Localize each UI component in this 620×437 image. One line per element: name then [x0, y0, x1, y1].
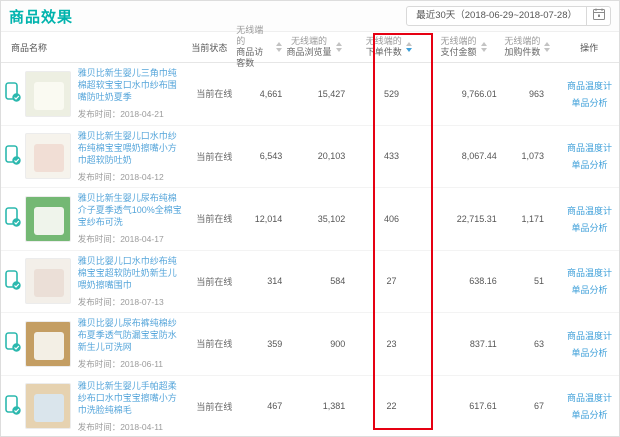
date-range-selector[interactable]: 最近30天（2018-06-29~2018-07-28）	[407, 7, 586, 25]
product-thermometer-link[interactable]: 商品温度计	[567, 329, 612, 342]
status-text: 当前在线	[188, 275, 241, 288]
payment-value: 8,067.44	[434, 151, 497, 161]
column-header-payment[interactable]: 无线端的 支付金额	[432, 36, 496, 58]
payment-value: 9,766.01	[434, 89, 497, 99]
single-item-analysis-link[interactable]: 单品分析	[571, 346, 607, 359]
column-header-visitors[interactable]: 无线端的 商品访客数	[236, 25, 282, 69]
status-text: 当前在线	[188, 337, 241, 350]
single-item-analysis-link[interactable]: 单品分析	[571, 96, 607, 109]
table-body: 雅贝比新生婴儿三角巾纯棉超软宝宝口水巾纱布围嘴防吐奶夏季 发布时间：2018-0…	[1, 63, 619, 437]
visitors-value: 359	[241, 339, 286, 349]
product-thermometer-link[interactable]: 商品温度计	[567, 204, 612, 217]
product-title-link[interactable]: 雅贝比新生婴儿口水巾纱布纯棉宝宝喂奶擦嘴小方巾超软防吐奶	[78, 130, 184, 166]
mobile-online-icon	[5, 270, 21, 293]
payment-value: 638.16	[434, 276, 497, 286]
column-header-ops: 操作	[559, 41, 619, 54]
orders-value: 27	[349, 276, 434, 286]
payment-value: 22,715.31	[434, 214, 497, 224]
table-row: 雅贝比新生婴儿手帕超柔纱布口水巾宝宝擦嘴小方巾洗脸纯棉毛 发布时间：2018-0…	[1, 376, 619, 437]
views-value: 1,381	[286, 401, 349, 411]
table-row: 雅贝比新生婴儿口水巾纱布纯棉宝宝喂奶擦嘴小方巾超软防吐奶 发布时间：2018-0…	[1, 126, 619, 189]
product-title-link[interactable]: 雅贝比婴儿口水巾纱布纯棉宝宝超软防吐奶新生儿喂奶擦嘴围巾	[78, 255, 184, 291]
publish-date: 发布时间：2018-04-21	[78, 108, 184, 120]
column-header-views[interactable]: 无线端的 商品浏览量	[282, 36, 346, 58]
single-item-analysis-link[interactable]: 单品分析	[571, 158, 607, 171]
table-row: 雅贝比新生婴儿三角巾纯棉超软宝宝口水巾纱布围嘴防吐奶夏季 发布时间：2018-0…	[1, 63, 619, 126]
addcart-value: 67	[497, 401, 560, 411]
calendar-icon	[593, 7, 605, 25]
publish-date: 发布时间：2018-06-11	[78, 358, 184, 370]
payment-value: 617.61	[434, 401, 497, 411]
addcart-value: 963	[497, 89, 560, 99]
visitors-value: 314	[241, 276, 286, 286]
product-thermometer-link[interactable]: 商品温度计	[567, 141, 612, 154]
column-header-status: 当前状态	[182, 41, 236, 54]
table-header: 商品名称 当前状态 无线端的 商品访客数 无线端的 商品浏览量 无线端的 下单件…	[1, 31, 619, 63]
calendar-button[interactable]	[586, 7, 610, 25]
top-bar: 商品效果 最近30天（2018-06-29~2018-07-28）	[1, 1, 619, 31]
product-title-link[interactable]: 雅贝比新生婴儿三角巾纯棉超软宝宝口水巾纱布围嘴防吐奶夏季	[78, 67, 184, 103]
table-row: 雅贝比婴儿口水巾纱布纯棉宝宝超软防吐奶新生儿喂奶擦嘴围巾 发布时间：2018-0…	[1, 251, 619, 314]
product-title-link[interactable]: 雅贝比婴儿尿布裤纯棉纱布夏季透气防漏宝宝防水新生儿可洗网	[78, 317, 184, 353]
mobile-online-icon	[5, 82, 21, 105]
orders-value: 433	[349, 151, 434, 161]
product-thumbnail[interactable]	[25, 133, 71, 179]
mobile-online-icon	[5, 145, 21, 168]
orders-value: 406	[349, 214, 434, 224]
product-thumbnail[interactable]	[25, 321, 71, 367]
single-item-analysis-link[interactable]: 单品分析	[571, 283, 607, 296]
product-effect-panel: 商品效果 最近30天（2018-06-29~2018-07-28） 商品名称 当…	[0, 0, 620, 437]
column-header-product: 商品名称	[1, 41, 182, 54]
mobile-online-icon	[5, 395, 21, 418]
visitors-value: 4,661	[241, 89, 286, 99]
sort-icon-orders[interactable]	[406, 42, 412, 52]
views-value: 584	[286, 276, 349, 286]
status-text: 当前在线	[188, 212, 241, 225]
publish-date: 发布时间：2018-04-12	[78, 171, 184, 183]
status-text: 当前在线	[188, 400, 241, 413]
addcart-value: 63	[497, 339, 560, 349]
column-header-addcart[interactable]: 无线端的 加购件数	[495, 36, 559, 58]
publish-date: 发布时间：2018-07-13	[78, 296, 184, 308]
orders-value: 529	[349, 89, 434, 99]
orders-value: 23	[349, 339, 434, 349]
addcart-value: 51	[497, 276, 560, 286]
orders-value: 22	[349, 401, 434, 411]
sort-icon-addcart[interactable]	[544, 42, 550, 52]
status-text: 当前在线	[188, 150, 241, 163]
page-title: 商品效果	[9, 6, 73, 27]
product-thermometer-link[interactable]: 商品温度计	[567, 266, 612, 279]
product-title-link[interactable]: 雅贝比新生婴儿手帕超柔纱布口水巾宝宝擦嘴小方巾洗脸纯棉毛	[78, 380, 184, 416]
product-thermometer-link[interactable]: 商品温度计	[567, 79, 612, 92]
mobile-online-icon	[5, 332, 21, 355]
visitors-value: 12,014	[241, 214, 286, 224]
product-thumbnail[interactable]	[25, 71, 71, 117]
single-item-analysis-link[interactable]: 单品分析	[571, 221, 607, 234]
visitors-value: 467	[241, 401, 286, 411]
single-item-analysis-link[interactable]: 单品分析	[571, 408, 607, 421]
addcart-value: 1,171	[497, 214, 560, 224]
views-value: 20,103	[286, 151, 349, 161]
date-range-control: 最近30天（2018-06-29~2018-07-28）	[406, 6, 611, 26]
mobile-online-icon	[5, 207, 21, 230]
product-thumbnail[interactable]	[25, 258, 71, 304]
sort-icon-views[interactable]	[336, 42, 342, 52]
payment-value: 837.11	[434, 339, 497, 349]
product-thumbnail[interactable]	[25, 196, 71, 242]
visitors-value: 6,543	[241, 151, 286, 161]
product-thumbnail[interactable]	[25, 383, 71, 429]
publish-date: 发布时间：2018-04-11	[78, 421, 184, 433]
addcart-value: 1,073	[497, 151, 560, 161]
table-row: 雅贝比婴儿尿布裤纯棉纱布夏季透气防漏宝宝防水新生儿可洗网 发布时间：2018-0…	[1, 313, 619, 376]
publish-date: 发布时间：2018-04-17	[78, 233, 184, 245]
views-value: 900	[286, 339, 349, 349]
product-title-link[interactable]: 雅贝比新生婴儿尿布纯棉介子夏季透气100%全棉宝宝纱布可洗	[78, 192, 184, 228]
column-header-orders[interactable]: 无线端的 下单件数	[346, 36, 432, 58]
product-thermometer-link[interactable]: 商品温度计	[567, 391, 612, 404]
status-text: 当前在线	[188, 87, 241, 100]
sort-icon-payment[interactable]	[481, 42, 487, 52]
views-value: 35,102	[286, 214, 349, 224]
table-row: 雅贝比新生婴儿尿布纯棉介子夏季透气100%全棉宝宝纱布可洗 发布时间：2018-…	[1, 188, 619, 251]
views-value: 15,427	[286, 89, 349, 99]
